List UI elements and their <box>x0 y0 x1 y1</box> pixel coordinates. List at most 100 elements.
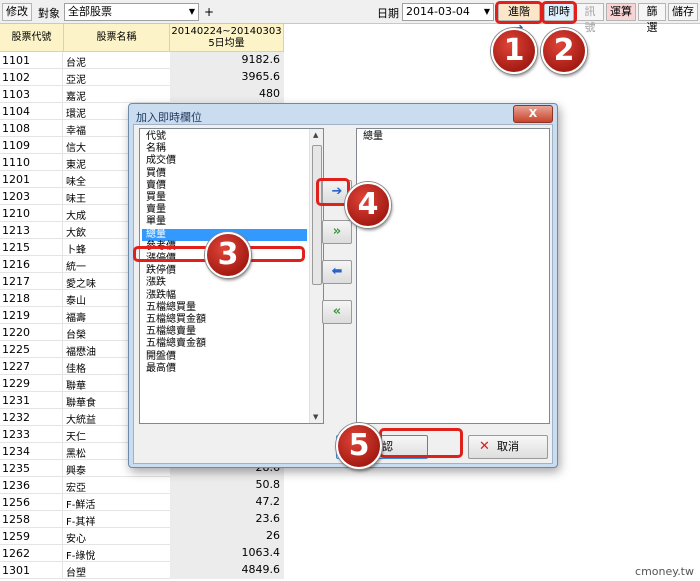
stock-code: 1103 <box>2 88 30 101</box>
table-row[interactable]: 1236 宏亞 50.8 <box>0 477 284 494</box>
stock-name: 嘉泥 <box>66 92 86 103</box>
stock-code: 1301 <box>2 564 30 577</box>
stock-name: 台泥 <box>66 58 86 69</box>
column-divider <box>62 86 63 103</box>
stock-code: 1102 <box>2 71 30 84</box>
add-button[interactable]: + <box>204 4 214 20</box>
stock-name: 亞泥 <box>66 75 86 86</box>
header-volume-label: 5日均量 <box>208 37 245 49</box>
table-row[interactable]: 1259 安心 26 <box>0 528 284 545</box>
available-scrollbar[interactable]: ▲ ▼ <box>309 129 323 423</box>
column-divider <box>62 154 63 171</box>
stock-code: 1213 <box>2 224 30 237</box>
column-divider <box>62 511 63 528</box>
advanced-highlight <box>495 1 543 24</box>
scroll-up-icon[interactable]: ▲ <box>313 131 318 139</box>
field-option[interactable]: 單量 <box>142 216 307 228</box>
field-option[interactable]: 五檔總賣量 <box>142 326 307 338</box>
avg-volume: 47.2 <box>170 494 284 511</box>
date-select[interactable]: 2014-03-04 ▼ <box>402 3 494 21</box>
header-code[interactable]: 股票代號 <box>0 24 64 52</box>
field-option[interactable]: 五檔總買金額 <box>142 314 307 326</box>
edit-button[interactable]: 修改 <box>2 3 32 21</box>
table-row[interactable]: 1103 嘉泥 480 <box>0 86 284 103</box>
stock-code: 1220 <box>2 326 30 339</box>
field-option[interactable]: 代號 <box>142 131 307 143</box>
stock-name: 台塑 <box>66 568 86 579</box>
stock-code: 1231 <box>2 394 30 407</box>
stock-code: 1234 <box>2 445 30 458</box>
field-option[interactable]: 最高價 <box>142 363 307 375</box>
stock-code: 1258 <box>2 513 30 526</box>
stock-code: 1101 <box>2 54 30 67</box>
table-row[interactable]: 1256 F-鮮活 47.2 <box>0 494 284 511</box>
stock-code: 1256 <box>2 496 30 509</box>
date-value: 2014-03-04 <box>406 5 470 18</box>
table-row[interactable]: 1301 台塑 4849.6 <box>0 562 284 579</box>
column-divider <box>62 460 63 477</box>
column-divider <box>62 69 63 86</box>
field-option[interactable]: 成交價 <box>142 155 307 167</box>
remove-field-button[interactable]: ⬅ <box>322 260 352 284</box>
signal-button[interactable]: 訊號 <box>576 3 604 34</box>
cancel-button[interactable]: ✕ 取消 <box>468 435 548 459</box>
table-row[interactable]: 1258 F-其祥 23.6 <box>0 511 284 528</box>
table-row[interactable]: 1101 台泥 9182.6 <box>0 52 284 69</box>
column-divider <box>62 528 63 545</box>
column-divider <box>62 392 63 409</box>
field-option[interactable]: 漲跌 <box>142 277 307 289</box>
header-volume[interactable]: 20140224~20140303 5日均量 <box>170 24 284 52</box>
field-option[interactable]: 賣量 <box>142 204 307 216</box>
field-option[interactable]: 買價 <box>142 168 307 180</box>
stock-code: 1225 <box>2 343 30 356</box>
scroll-down-icon[interactable]: ▼ <box>313 413 318 421</box>
field-option[interactable]: 五檔總賣金額 <box>142 338 307 350</box>
step-badge-3: 3 <box>205 232 251 278</box>
ok-button-highlight <box>379 428 463 458</box>
object-select[interactable]: 全部股票 ▼ <box>64 3 199 21</box>
chosen-fields-list[interactable]: 總量 <box>356 128 550 424</box>
field-option[interactable]: 賣價 <box>142 180 307 192</box>
watermark: cmoney.tw <box>635 565 694 578</box>
calc-button[interactable]: 運算 <box>606 3 636 21</box>
close-button[interactable]: X <box>513 105 553 123</box>
column-divider <box>62 426 63 443</box>
column-divider <box>62 239 63 256</box>
step-badge-4: 4 <box>345 182 391 228</box>
header-name[interactable]: 股票名稱 <box>64 24 170 52</box>
field-option[interactable]: 漲跌幅 <box>142 290 307 302</box>
stock-code: 1236 <box>2 479 30 492</box>
chosen-field[interactable]: 總量 <box>359 131 524 143</box>
column-divider <box>62 494 63 511</box>
filter-button[interactable]: 篩選 <box>638 3 666 34</box>
stock-code: 1203 <box>2 190 30 203</box>
remove-all-button[interactable]: « <box>322 300 352 324</box>
scroll-thumb[interactable] <box>312 145 322 285</box>
field-option[interactable]: 名稱 <box>142 143 307 155</box>
field-option[interactable]: 五檔總買量 <box>142 302 307 314</box>
column-divider <box>62 171 63 188</box>
header-volume-range: 20140224~20140303 <box>171 25 282 37</box>
stock-name: F-其祥 <box>66 517 96 528</box>
avg-volume: 4849.6 <box>170 562 284 579</box>
column-divider <box>62 375 63 392</box>
add-all-button[interactable]: » <box>322 220 352 244</box>
column-divider <box>62 273 63 290</box>
avg-volume: 480 <box>170 86 284 103</box>
add-realtime-field-dialog: 加入即時欄位 X 代號 名稱 成交價 買價 賣價 買量 賣量 單量 總量 參考價 漲停價 跌停價 漲跌漲… <box>128 103 558 468</box>
column-divider <box>62 562 63 579</box>
field-option[interactable]: 開盤價 <box>142 351 307 363</box>
object-value: 全部股票 <box>68 5 112 18</box>
table-row[interactable]: 1102 亞泥 3965.6 <box>0 69 284 86</box>
realtime-highlight <box>541 1 577 24</box>
column-divider <box>62 188 63 205</box>
table-row[interactable]: 1262 F-綠悅 1063.4 <box>0 545 284 562</box>
column-divider <box>62 222 63 239</box>
stock-code: 1233 <box>2 428 30 441</box>
stock-name: F-綠悅 <box>66 551 96 562</box>
column-divider <box>62 307 63 324</box>
avg-volume: 23.6 <box>170 511 284 528</box>
field-option[interactable]: 買量 <box>142 192 307 204</box>
column-divider <box>62 324 63 341</box>
save-button[interactable]: 儲存 <box>668 3 698 21</box>
